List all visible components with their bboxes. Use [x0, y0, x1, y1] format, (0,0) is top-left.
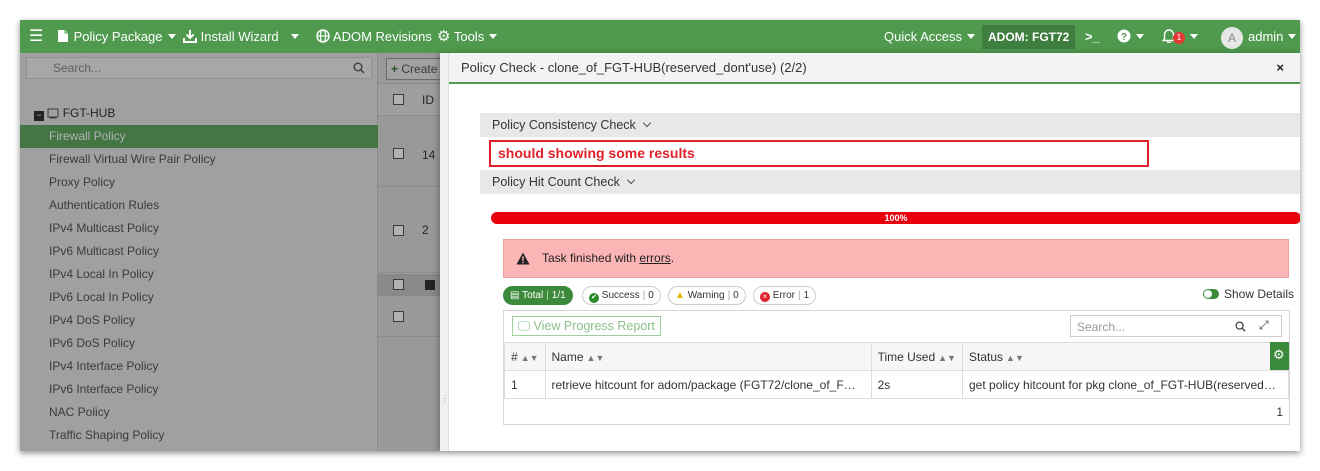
check-circle-icon: ✔: [589, 293, 599, 303]
warning-icon: [516, 252, 530, 265]
quick-access-label: Quick Access: [884, 29, 963, 44]
adom-revisions-label: ADOM Revisions: [332, 29, 432, 44]
filter-error-value: 1: [803, 290, 810, 301]
page-number: 1: [1276, 405, 1283, 419]
filter-success-label: Success: [601, 290, 640, 301]
search-icon: [1235, 321, 1246, 332]
alert-suffix: .: [670, 251, 675, 265]
col-number-header[interactable]: # ▲▼: [504, 342, 546, 371]
filter-warning-value: 0: [733, 290, 739, 301]
top-navigation-bar: ☰ Policy Package Install Wizard ADOM Rev…: [20, 20, 1300, 53]
table-search-input[interactable]: Search... ⤢: [1070, 315, 1282, 337]
adom-badge[interactable]: ADOM: FGT72: [982, 25, 1076, 49]
section-label: Policy Consistency Check: [492, 118, 636, 132]
install-wizard-button[interactable]: Install Wizard: [183, 20, 279, 53]
error-circle-icon: ×: [760, 292, 770, 302]
caret-down-icon: [1288, 34, 1297, 39]
quick-access-menu[interactable]: Quick Access: [884, 20, 976, 53]
col-status-header[interactable]: Status ▲▼: [962, 342, 1289, 371]
chevron-down-icon: [642, 118, 652, 128]
filter-success[interactable]: ✔ Success | 0: [582, 286, 661, 305]
table-row[interactable]: 1 retrieve hitcount for adom/package (FG…: [504, 370, 1289, 399]
filter-total-label: Total: [522, 290, 544, 301]
annotation-callout: should showing some results: [489, 140, 1149, 167]
avatar: A: [1221, 26, 1243, 49]
error-alert: Task finished with errors.: [503, 239, 1289, 278]
gear-icon: ⚙: [437, 28, 451, 45]
toggle-switch-icon: [1203, 289, 1219, 299]
filter-warning[interactable]: ▲ Warning | 0: [668, 286, 746, 305]
table-search-placeholder: Search...: [1077, 320, 1126, 334]
filter-total[interactable]: ▤ Total | 1/1: [503, 286, 573, 305]
errors-link[interactable]: errors: [639, 251, 670, 265]
advanced-search-icon[interactable]: ⤢: [1259, 318, 1269, 333]
install-wizard-label: Install Wizard: [200, 29, 279, 44]
adom-revisions-button[interactable]: ADOM Revisions: [316, 20, 432, 53]
view-progress-report-button[interactable]: 🖵 View Progress Report: [512, 316, 661, 336]
sort-icon: ▲▼: [938, 352, 956, 363]
install-wizard-dropdown[interactable]: [286, 20, 299, 53]
caret-down-icon: [967, 34, 976, 39]
policy-package-label: Policy Package: [73, 29, 163, 44]
caret-down-icon: [489, 34, 498, 39]
cli-console-icon[interactable]: >_: [1085, 20, 1100, 53]
filter-warning-label: Warning: [687, 290, 725, 301]
dialog-header: Policy Check - clone_of_FGT-HUB(reserved…: [449, 53, 1300, 84]
sort-icon: ▲▼: [520, 352, 539, 363]
show-details-label: Show Details: [1224, 287, 1295, 301]
policy-check-dialog: ⋮ Policy Check - clone_of_FGT-HUB(reserv…: [440, 53, 1300, 451]
help-icon: ?: [1117, 29, 1131, 43]
tools-label: Tools: [453, 29, 485, 44]
column-settings-button[interactable]: ⚙: [1270, 342, 1289, 370]
row-time-used: 2s: [870, 370, 964, 399]
caret-down-icon: [1190, 34, 1198, 39]
section-label: Policy Hit Count Check: [492, 175, 620, 189]
policy-consistency-check-section[interactable]: Policy Consistency Check: [480, 113, 1300, 137]
hamburger-menu-icon[interactable]: ☰: [29, 20, 43, 53]
caret-down-icon: [1136, 34, 1144, 39]
filter-success-value: 0: [648, 290, 654, 301]
notifications-menu[interactable]: 1: [1161, 20, 1198, 53]
col-name-header[interactable]: Name ▲▼: [544, 342, 872, 371]
policy-hit-count-check-section[interactable]: Policy Hit Count Check: [480, 170, 1300, 194]
warning-triangle-icon: ▲: [675, 290, 685, 301]
dialog-title: Policy Check - clone_of_FGT-HUB(reserved…: [461, 60, 807, 75]
alert-text: Task finished with: [542, 251, 640, 265]
policy-package-menu[interactable]: Policy Package: [57, 20, 176, 53]
view-progress-report-label: View Progress Report: [533, 319, 655, 333]
help-menu[interactable]: ?: [1117, 20, 1144, 53]
package-icon: [58, 30, 68, 42]
username-label: admin: [1248, 29, 1284, 44]
gear-icon: ⚙: [1273, 347, 1285, 362]
notification-count-badge: 1: [1173, 32, 1185, 44]
filter-error-label: Error: [772, 290, 796, 301]
close-icon[interactable]: ×: [1276, 60, 1284, 75]
modal-backdrop: [20, 53, 440, 451]
svg-text:?: ?: [1121, 32, 1127, 43]
dialog-resize-handle[interactable]: ⋮: [440, 53, 449, 451]
tools-menu[interactable]: ⚙ Tools: [437, 20, 498, 53]
chevron-down-icon: [626, 175, 636, 185]
sort-icon: ▲▼: [586, 352, 605, 363]
sort-icon: ▲▼: [1006, 352, 1024, 363]
app-window: ☰ Policy Package Install Wizard ADOM Rev…: [20, 20, 1300, 451]
caret-down-icon: [167, 34, 176, 39]
row-name: retrieve hitcount for adom/package (FGT7…: [544, 370, 872, 399]
results-table: # ▲▼ Name ▲▼ Time Used ▲▼ Status ▲▼ 1 retrie…: [504, 342, 1289, 399]
user-menu[interactable]: Aadmin: [1221, 20, 1297, 53]
monitor-icon: 🖵: [518, 319, 531, 333]
grip-icon: ⋮: [441, 394, 449, 403]
col-time-used-header[interactable]: Time Used ▲▼: [870, 342, 964, 371]
progress-bar: 100%: [491, 212, 1300, 224]
show-details-toggle[interactable]: Show Details: [1203, 287, 1294, 301]
globe-icon: [316, 29, 330, 43]
caret-down-icon: [291, 34, 299, 39]
results-table-panel: 🖵 View Progress Report Search... ⤢ # ▲▼ N…: [503, 310, 1290, 425]
row-number: 1: [504, 370, 546, 399]
filter-error[interactable]: × Error | 1: [753, 286, 817, 305]
list-icon: ▤: [510, 290, 520, 301]
install-download-icon: [183, 30, 197, 43]
filter-total-value: 1/1: [551, 290, 566, 301]
row-status: get policy hitcount for pkg clone_of_FGT…: [962, 370, 1289, 399]
